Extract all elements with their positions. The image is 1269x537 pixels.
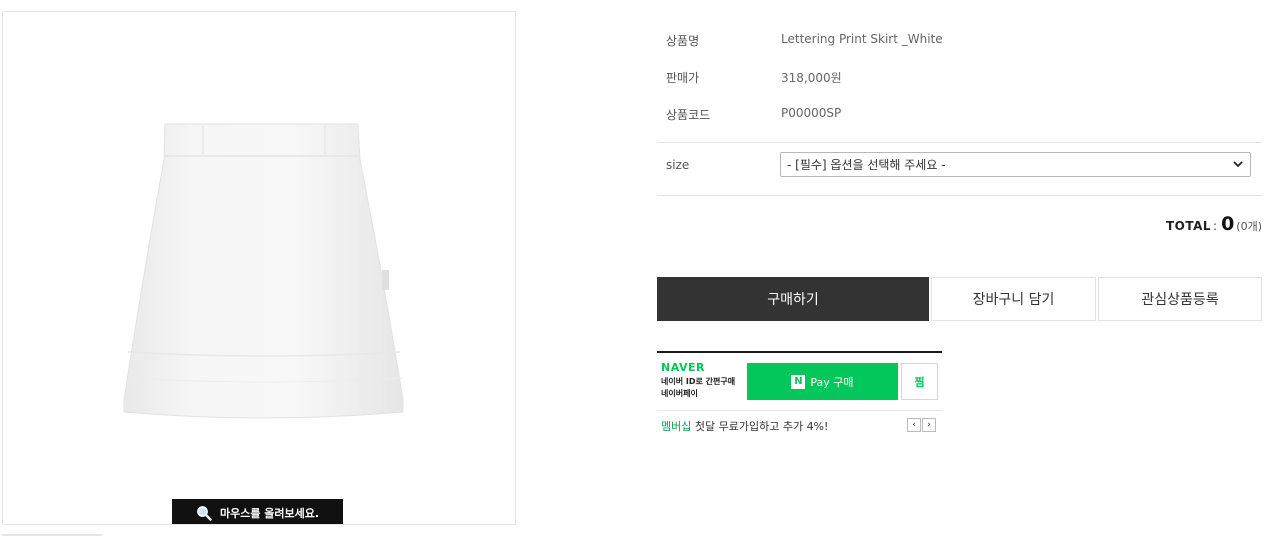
total-summary: TOTAL : 0 (0개) xyxy=(1166,213,1262,235)
promo-text: 첫달 무료가입하고 추가 4%! xyxy=(694,420,829,433)
total-separator: : xyxy=(1213,219,1218,233)
naver-pay-button[interactable]: N Pay 구매 xyxy=(747,363,898,400)
naver-pay-block: NAVER 네이버 ID로 간편구매 네이버페이 N Pay 구매 찜 멤버십 … xyxy=(657,351,942,437)
product-name-label: 상품명 xyxy=(666,34,700,48)
naver-pay-description: 네이버 ID로 간편구매 네이버페이 xyxy=(661,376,735,400)
naver-pay-button-label: Pay 구매 xyxy=(810,375,854,389)
buy-now-button[interactable]: 구매하기 xyxy=(657,277,929,321)
add-to-cart-button[interactable]: 장바구니 담기 xyxy=(931,277,1096,321)
total-count: (0개) xyxy=(1236,220,1262,233)
total-amount: 0 xyxy=(1221,213,1235,235)
zoom-hint-text: 마우스를 올려보세요. xyxy=(219,506,320,520)
product-image-frame[interactable]: 마우스를 올려보세요. xyxy=(2,11,516,525)
add-to-wishlist-button[interactable]: 관심상품등록 xyxy=(1098,277,1262,321)
chevron-right-icon[interactable]: › xyxy=(922,418,936,432)
naver-pay-desc-line1: 네이버 ID로 간편구매 xyxy=(661,377,736,386)
price-label: 판매가 xyxy=(666,71,700,85)
option-divider xyxy=(657,195,1262,196)
membership-promo: 멤버십 첫달 무료가입하고 추가 4%! xyxy=(661,418,828,434)
size-select-value: - [필수] 옵션을 선택해 주세요 - xyxy=(787,158,946,172)
naver-n-icon: N xyxy=(791,374,806,389)
size-select[interactable]: - [필수] 옵션을 선택해 주세요 - xyxy=(780,152,1251,177)
info-divider xyxy=(657,142,1262,143)
total-label: TOTAL xyxy=(1165,219,1212,233)
product-name-value: Lettering Print Skirt _White xyxy=(781,32,943,46)
price-value: 318,000원 xyxy=(781,71,842,85)
magnifier-icon xyxy=(197,505,212,521)
size-label: size xyxy=(666,158,690,172)
naver-pay-divider xyxy=(657,410,942,411)
thumbnail-strip-edge xyxy=(2,534,102,536)
naver-zzim-button[interactable]: 찜 xyxy=(901,363,938,400)
promo-pager: ‹ › xyxy=(907,418,936,432)
product-code-value: P00000SP xyxy=(781,106,842,120)
naver-logo: NAVER xyxy=(661,361,705,374)
naver-pay-top-border xyxy=(657,351,942,353)
skirt-image xyxy=(123,123,404,419)
product-code-label: 상품코드 xyxy=(666,108,711,122)
chevron-left-icon[interactable]: ‹ xyxy=(907,418,921,432)
chevron-down-icon xyxy=(1233,161,1243,168)
promo-accent: 멤버십 xyxy=(661,420,692,433)
zoom-hint: 마우스를 올려보세요. xyxy=(172,499,343,524)
naver-pay-desc-line2: 네이버페이 xyxy=(661,389,698,398)
